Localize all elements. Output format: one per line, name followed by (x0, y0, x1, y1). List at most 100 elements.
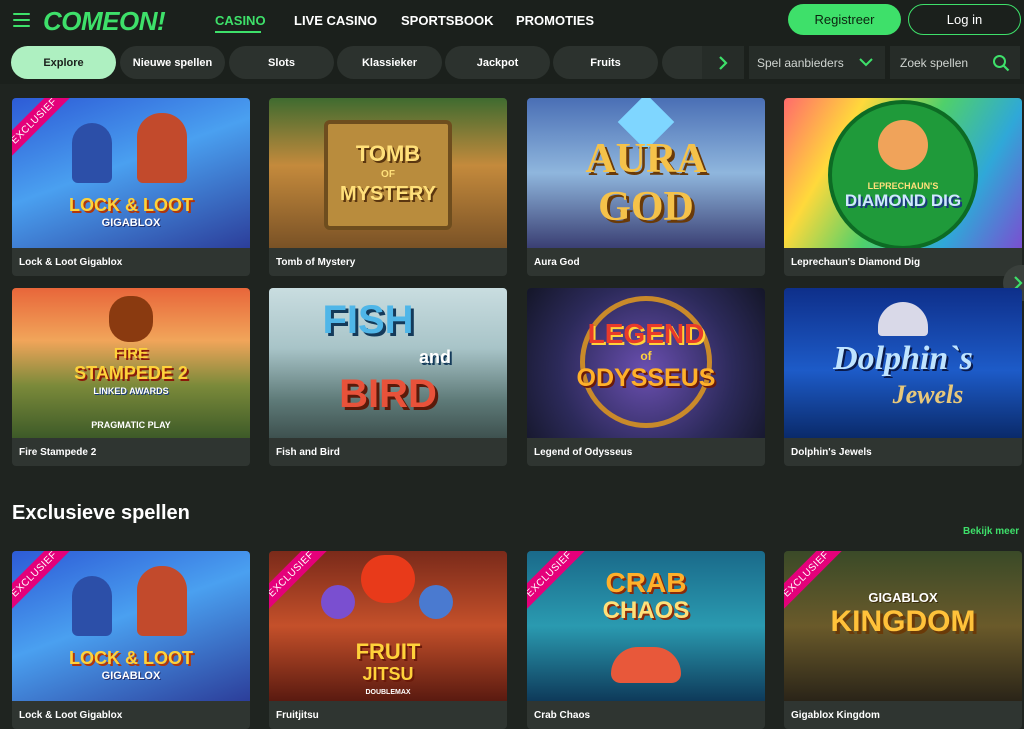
provider-dropdown-label: Spel aanbieders (757, 55, 844, 70)
menu-icon[interactable] (13, 13, 30, 27)
game-tile-lock-and-loot[interactable]: LOCK & LOOT GIGABLOX EXCLUSIEF Lock & Lo… (12, 98, 250, 276)
game-art-title: GIGABLOX (868, 590, 938, 605)
plum-fruit (321, 585, 355, 619)
chip-nieuwe-spellen[interactable]: Nieuwe spellen (120, 46, 225, 79)
chip-explore[interactable]: Explore (11, 46, 116, 79)
exclusive-tile-crab-chaos[interactable]: CRAB CHAOS EXCLUSIEF Crab Chaos (527, 551, 765, 729)
game-title: Dolphin's Jewels (791, 446, 872, 458)
game-title: Fruitjitsu (276, 709, 319, 721)
game-thumbnail: LEGEND of ODYSSEUS (527, 288, 765, 438)
chevron-right-icon (719, 55, 728, 70)
game-art-title: TOMB (355, 141, 421, 166)
game-art-subtitle: STAMPEDE 2 (74, 363, 188, 383)
game-art-of: of (640, 349, 652, 363)
search-input[interactable] (900, 55, 990, 70)
game-art-subtitle: GOD (598, 184, 694, 230)
game-thumbnail: GIGABLOX KINGDOM EXCLUSIEF (784, 551, 1022, 701)
game-art-title: AURA (585, 136, 707, 182)
game-thumbnail: CRAB CHAOS EXCLUSIEF (527, 551, 765, 701)
game-art-subtitle: Jewels (892, 380, 964, 409)
game-thumbnail: LOCK & LOOT GIGABLOX EXCLUSIEF (12, 551, 250, 701)
game-thumbnail: AURA GOD (527, 98, 765, 248)
game-thumbnail: LEPRECHAUN'S DIAMOND DIG (784, 98, 1022, 248)
category-filter-bar: Explore Nieuwe spellen Slots Klassieker … (0, 42, 1024, 84)
nav-sportsbook[interactable]: SPORTSBOOK (401, 13, 493, 28)
game-title: Aura God (534, 256, 580, 268)
exclusive-tile-fruitjitsu[interactable]: FRUIT JITSU DOUBLEMAX EXCLUSIEF Fruitjit… (269, 551, 507, 729)
game-title: Lock & Loot Gigablox (19, 709, 123, 721)
nav-live-casino[interactable]: LIVE CASINO (294, 13, 377, 28)
game-art-subtitle: ODYSSEUS (576, 364, 716, 392)
game-tile-legend-of-odysseus[interactable]: LEGEND of ODYSSEUS Legend of Odysseus (527, 288, 765, 466)
game-art-subtitle: MYSTERY (340, 183, 436, 205)
game-thumbnail: LOCK & LOOT GIGABLOX EXCLUSIEF (12, 98, 250, 248)
game-tile-leprechauns-diamond-dig[interactable]: LEPRECHAUN'S DIAMOND DIG Leprechaun's Di… (784, 98, 1022, 276)
exclusive-tile-lock-and-loot[interactable]: LOCK & LOOT GIGABLOX EXCLUSIEF Lock & Lo… (12, 551, 250, 729)
game-art-tagline: DOUBLEMAX (365, 689, 411, 696)
game-title: Gigablox Kingdom (791, 709, 880, 721)
nav-casino[interactable]: CASINO (215, 13, 266, 28)
game-title: Crab Chaos (534, 709, 591, 721)
game-tile-fire-stampede-2[interactable]: FIRE STAMPEDE 2 LINKED AWARDS PRAGMATIC … (12, 288, 250, 466)
exclusive-tile-gigablox-kingdom[interactable]: GIGABLOX KINGDOM EXCLUSIEF Gigablox King… (784, 551, 1022, 729)
game-art-of: OF (381, 169, 395, 180)
game-thumbnail: Dolphin`s Jewels (784, 288, 1022, 438)
chevron-down-icon (859, 58, 873, 67)
game-art-title: LOCK & LOOT (69, 195, 193, 215)
register-button[interactable]: Registreer (788, 4, 901, 35)
top-navigation-bar: COMEON! CASINO LIVE CASINO SPORTSBOOK PR… (0, 0, 1024, 42)
game-tile-dolphins-jewels[interactable]: Dolphin`s Jewels Dolphin's Jewels (784, 288, 1022, 466)
chip-klassieker[interactable]: Klassieker (337, 46, 442, 79)
chip-partial[interactable] (662, 46, 702, 79)
exclusive-ribbon: EXCLUSIEF (12, 551, 76, 616)
game-title: Legend of Odysseus (534, 446, 633, 458)
game-art-title: Dolphin`s (833, 340, 973, 377)
game-tile-aura-god[interactable]: AURA GOD Aura God (527, 98, 765, 276)
game-thumbnail: TOMB OF MYSTERY (269, 98, 507, 248)
berry-fruit (419, 585, 453, 619)
game-title: Lock & Loot Gigablox (19, 256, 123, 268)
guard-character (72, 123, 112, 183)
guard-character (72, 576, 112, 636)
game-title: Leprechaun's Diamond Dig (791, 256, 921, 268)
chips-scroll-right-button[interactable] (702, 46, 744, 79)
game-art-title: CRAB (605, 567, 687, 598)
exclusive-ribbon: EXCLUSIEF (12, 98, 76, 163)
buffalo (109, 296, 153, 342)
search-icon[interactable] (992, 54, 1010, 72)
game-art-title: LOCK & LOOT (69, 648, 193, 668)
game-art-subtitle: DIAMOND DIG (844, 191, 962, 210)
shell (878, 302, 928, 336)
crab (611, 647, 681, 683)
provider-dropdown[interactable]: Spel aanbieders (749, 46, 885, 79)
game-title: Tomb of Mystery (276, 256, 356, 268)
game-art-title: FIRE (113, 345, 149, 362)
chip-jackpot[interactable]: Jackpot (445, 46, 550, 79)
game-tile-tomb-of-mystery[interactable]: TOMB OF MYSTERY Tomb of Mystery (269, 98, 507, 276)
comeon-logo[interactable]: COMEON! (43, 6, 166, 37)
game-thumbnail: FIRE STAMPEDE 2 LINKED AWARDS PRAGMATIC … (12, 288, 250, 438)
game-art-title: LEGEND (587, 318, 705, 349)
game-art-subtitle: JITSU (362, 664, 414, 684)
game-thumbnail: FRUIT JITSU DOUBLEMAX EXCLUSIEF (269, 551, 507, 701)
game-title: Fish and Bird (276, 446, 340, 458)
game-title: Fire Stampede 2 (19, 446, 97, 458)
game-art-subtitle: CHAOS (602, 597, 690, 624)
tomato-fruit (361, 555, 415, 603)
chip-fruits[interactable]: Fruits (553, 46, 658, 79)
game-thumbnail: FISH and BIRD (269, 288, 507, 438)
login-button[interactable]: Log in (908, 4, 1021, 35)
leprechaun-face (878, 120, 928, 170)
thief-character (137, 566, 187, 636)
chip-slots[interactable]: Slots (229, 46, 334, 79)
nav-promoties[interactable]: PROMOTIES (516, 13, 594, 28)
game-tile-fish-and-bird[interactable]: FISH and BIRD Fish and Bird (269, 288, 507, 466)
game-art-title: FRUIT (355, 639, 421, 664)
search-box (890, 46, 1020, 79)
thief-character (137, 113, 187, 183)
game-art-subtitle: GIGABLOX (101, 217, 161, 229)
game-art-subtitle: KINGDOM (830, 605, 976, 638)
see-more-link[interactable]: Bekijk meer (963, 526, 1019, 537)
game-art-title: LEPRECHAUN'S (867, 181, 939, 191)
active-nav-indicator (215, 31, 261, 33)
